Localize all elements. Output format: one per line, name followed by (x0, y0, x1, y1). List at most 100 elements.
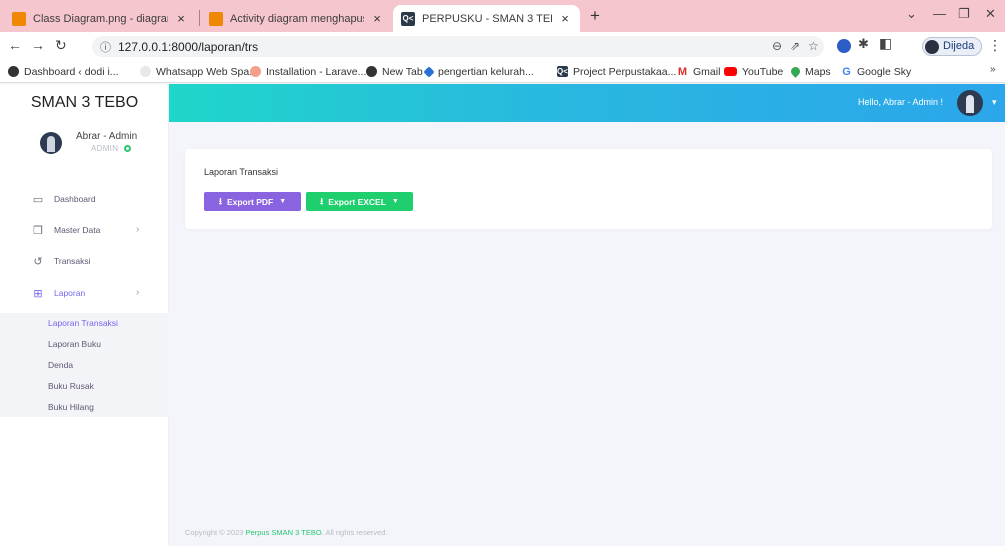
export-pdf-button[interactable]: ⭳ Export PDF ▼ (204, 192, 301, 211)
sidebar-item-label: Laporan (54, 288, 86, 298)
sidebar-user-panel: Abrar - Admin ADMIN (0, 122, 169, 174)
bookmark-laravel[interactable]: Installation - Larave... (250, 64, 366, 79)
reload-icon[interactable]: ↻ (55, 37, 67, 54)
sidebar-item-label: Transaksi (54, 256, 91, 266)
top-navbar: Hello, Abrar - Admin ! ▾ (169, 84, 1005, 122)
page-title: Laporan Transaksi (204, 167, 279, 177)
user-role: ADMIN (91, 144, 119, 153)
online-status-icon (124, 145, 131, 152)
extension-icon[interactable] (837, 39, 851, 53)
footer-link[interactable]: Perpus SMAN 3 TEBO (246, 528, 322, 537)
user-name: Abrar - Admin (76, 131, 138, 142)
close-window-icon[interactable]: ✕ (985, 6, 996, 22)
bookmark-label: Whatsapp Web Spa... (156, 65, 258, 78)
close-tab-icon[interactable]: × (558, 11, 572, 26)
chevron-right-icon: › (136, 224, 140, 235)
close-tab-icon[interactable]: × (174, 11, 188, 26)
sidebar-item-master-data[interactable]: ❐ Master Data › (0, 221, 169, 241)
export-pdf-label: Export PDF (226, 196, 274, 207)
bookmark-gmail[interactable]: M Gmail (677, 64, 721, 79)
download-icon: ⭳ (218, 195, 222, 206)
tab-title: Activity diagram menghapus dat (230, 12, 364, 25)
new-tab-button[interactable]: + (590, 6, 600, 26)
browser-menu-icon[interactable]: ⋮ (988, 37, 1002, 54)
perpusku-icon: Q< (557, 66, 568, 77)
report-card: Laporan Transaksi ⭳ Export PDF ▼ ⭳ Expor… (185, 149, 992, 229)
bookmark-new-tab[interactable]: New Tab (366, 64, 423, 79)
bookmark-project-perpustakaan[interactable]: Q< Project Perpustakaa... (557, 64, 676, 79)
footer-suffix: . All rights reserved. (321, 528, 388, 537)
minimize-icon[interactable]: — (933, 6, 946, 21)
monitor-icon: ▭ (32, 194, 44, 206)
browser-tab-class-diagram[interactable]: Class Diagram.png - diagrams.ne × (4, 5, 196, 32)
forward-arrow-icon[interactable]: → (31, 37, 45, 53)
sidebar-item-transaksi[interactable]: ↺ Transaksi (0, 252, 169, 272)
bookmark-label: Project Perpustakaa... (573, 65, 677, 78)
caret-down-icon: ▼ (391, 198, 399, 205)
submenu-buku-rusak[interactable]: Buku Rusak (48, 381, 94, 391)
browser-tab-perpusku[interactable]: Q< PERPUSKU - SMAN 3 TEBO × (393, 5, 580, 32)
submenu-denda[interactable]: Denda (48, 360, 73, 370)
copy-icon: ❐ (33, 225, 43, 237)
tab-title: Class Diagram.png - diagrams.ne (33, 12, 168, 25)
bookmark-label: Gmail (693, 65, 721, 78)
export-excel-button[interactable]: ⭳ Export EXCEL ▼ (306, 192, 413, 211)
tab-separator (199, 10, 200, 26)
back-arrow-icon[interactable]: ← (8, 37, 22, 53)
url-text: 127.0.0.1:8000/laporan/trs (118, 40, 259, 54)
footer-copyright: Copyright © 2023 (185, 528, 246, 537)
bookmark-whatsapp[interactable]: Whatsapp Web Spa... (140, 64, 258, 79)
laravel-icon (250, 66, 261, 77)
browser-tabbar: Class Diagram.png - diagrams.ne × Activi… (0, 0, 1005, 32)
bookmark-dashboard[interactable]: Dashboard ‹ dodi i... (8, 64, 119, 79)
user-avatar (40, 132, 62, 154)
sidebar-item-dashboard[interactable]: ▭ Dashboard (0, 190, 169, 210)
bookmark-icon (423, 65, 435, 78)
share-icon[interactable]: ⇗ (790, 39, 800, 53)
profile-button[interactable]: Dijeda (922, 37, 982, 56)
sidebar-item-laporan[interactable]: ⊞ Laporan › (0, 284, 169, 304)
grid-icon: ⊞ (33, 288, 43, 300)
more-bookmarks-icon[interactable]: » (990, 64, 996, 75)
bookmarks-bar: Dashboard ‹ dodi i... Whatsapp Web Spa..… (0, 60, 1005, 83)
puzzle-extensions-icon[interactable]: ✱ (858, 36, 869, 52)
zoom-icon[interactable]: ⊖ (772, 39, 782, 53)
laporan-submenu: Laporan Transaksi Laporan Buku Denda Buk… (0, 313, 169, 417)
tab-search-chevron-icon[interactable]: ⌄ (906, 6, 917, 22)
sidebar-item-label: Dashboard (54, 194, 96, 204)
perpusku-icon: Q< (401, 11, 415, 26)
side-panel-icon[interactable]: ◧ (879, 35, 892, 52)
bookmark-label: Google Sky (857, 65, 912, 78)
restore-icon[interactable]: ❐ (958, 6, 970, 22)
site-info-icon[interactable]: ⓘ (100, 39, 111, 55)
bookmark-maps[interactable]: Maps (789, 64, 831, 79)
url-input[interactable]: ⓘ 127.0.0.1:8000/laporan/trs ⊖ ⇗ ☆ (92, 36, 824, 57)
google-icon: G (842, 65, 851, 78)
submenu-laporan-buku[interactable]: Laporan Buku (48, 339, 101, 349)
gmail-icon: M (677, 65, 688, 78)
bookmark-label: New Tab (382, 65, 423, 78)
sidebar-item-label: Master Data (54, 225, 101, 235)
youtube-icon (724, 67, 737, 76)
bookmark-label: Installation - Larave... (266, 65, 367, 78)
drawio-icon (209, 11, 223, 26)
bookmark-pengertian[interactable]: pengertian kelurah... (423, 64, 534, 79)
globe-icon (366, 66, 377, 77)
bookmark-label: Maps (805, 65, 831, 78)
bookmark-star-icon[interactable]: ☆ (808, 39, 819, 53)
bookmark-label: pengertian kelurah... (438, 65, 534, 78)
browser-tab-activity-diagram[interactable]: Activity diagram menghapus dat × (201, 5, 392, 32)
submenu-laporan-transaksi[interactable]: Laporan Transaksi (48, 318, 118, 328)
greeting-text[interactable]: Hello, Abrar - Admin ! (858, 97, 943, 107)
navbar-avatar[interactable] (957, 90, 983, 116)
whatsapp-icon (140, 66, 151, 77)
bookmark-youtube[interactable]: YouTube (724, 64, 783, 79)
bookmark-google-sky[interactable]: G Google Sky (841, 64, 911, 79)
chevron-down-icon[interactable]: ▾ (992, 97, 997, 108)
profile-avatar (925, 40, 939, 54)
submenu-buku-hilang[interactable]: Buku Hilang (48, 402, 94, 412)
download-icon: ⭳ (320, 195, 324, 206)
brand-title[interactable]: SMAN 3 TEBO (0, 84, 169, 122)
close-tab-icon[interactable]: × (370, 11, 384, 26)
maps-icon (789, 65, 802, 78)
